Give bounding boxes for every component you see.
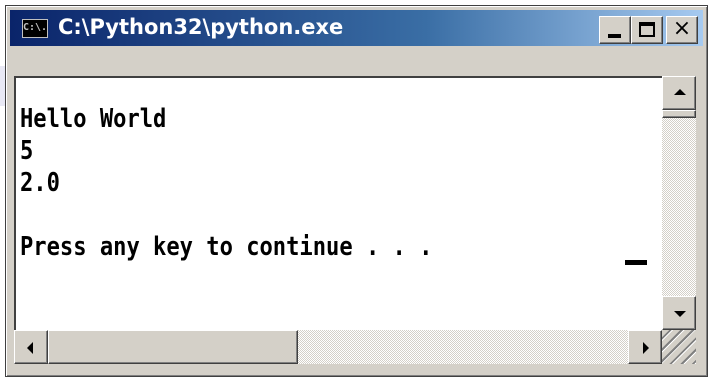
close-icon: × xyxy=(672,16,692,41)
arrow-down-icon xyxy=(674,311,686,317)
maximize-button[interactable] xyxy=(631,16,663,44)
arrow-left-icon xyxy=(27,342,33,354)
horizontal-scroll-thumb[interactable] xyxy=(48,330,298,364)
vertical-scroll-thumb[interactable] xyxy=(662,110,696,118)
window-title: C:\Python32\python.exe xyxy=(58,15,344,39)
horizontal-scrollbar[interactable] xyxy=(14,330,662,364)
scroll-right-button[interactable] xyxy=(628,330,662,364)
arrow-up-icon xyxy=(674,89,686,95)
console-line: Press any key to continue . . . xyxy=(20,232,433,262)
arrow-right-icon xyxy=(643,342,649,354)
resize-grip-icon[interactable] xyxy=(662,330,696,364)
scroll-left-button[interactable] xyxy=(14,330,48,364)
console-app-icon[interactable]: C:\. xyxy=(22,19,48,38)
title-bar[interactable]: C:\. C:\Python32\python.exe × xyxy=(10,10,703,46)
scroll-down-button[interactable] xyxy=(662,296,696,330)
maximize-icon xyxy=(639,22,655,37)
text-cursor xyxy=(625,260,647,265)
console-output-area[interactable]: Hello World 5 2.0 Press any key to conti… xyxy=(14,76,662,330)
console-line: Hello World xyxy=(20,104,167,134)
close-button[interactable]: × xyxy=(666,16,698,44)
console-line: 2.0 xyxy=(20,168,60,198)
vertical-scrollbar[interactable] xyxy=(662,76,696,330)
minimize-button[interactable] xyxy=(599,16,631,44)
console-line: 5 xyxy=(20,136,34,166)
scroll-up-button[interactable] xyxy=(662,76,696,110)
minimize-icon xyxy=(608,34,621,38)
